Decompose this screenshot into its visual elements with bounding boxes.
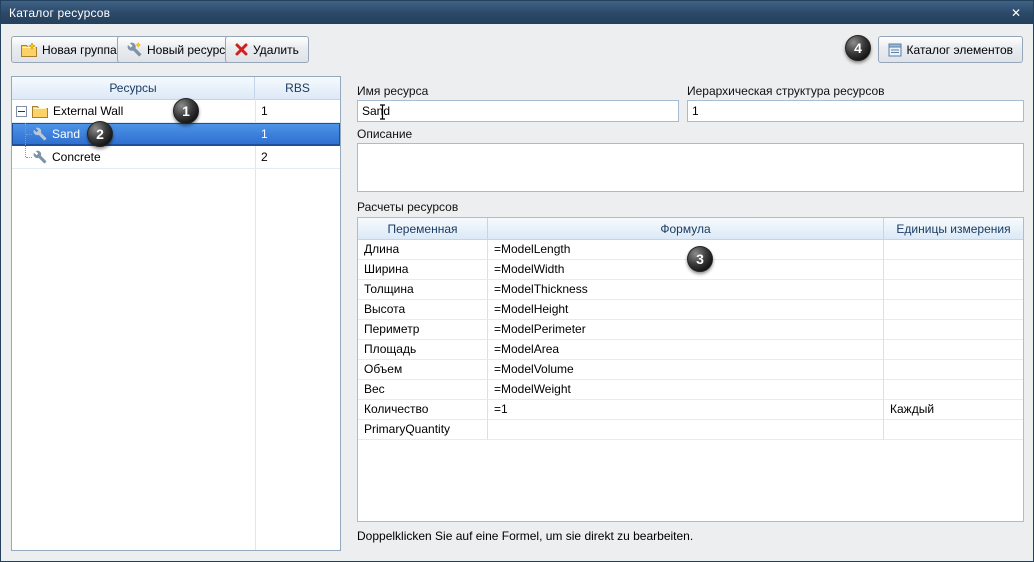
new-resource-icon [127, 42, 142, 57]
calc-row-perimeter[interactable]: Периметр =ModelPerimeter [358, 320, 1023, 340]
tree-connector [16, 123, 33, 145]
new-resource-label: Новый ресурс [147, 42, 226, 57]
variable-cell[interactable]: Длина [358, 240, 488, 260]
resource-tree-panel: Ресурсы RBS External Wall 1 Sand 1 Concr… [11, 76, 341, 551]
annotation-badge-2: 2 [87, 121, 113, 147]
element-catalog-button[interactable]: Каталог элементов [877, 36, 1023, 63]
calc-table-header: Переменная Формула Единицы измерения [358, 218, 1023, 240]
tree-item-rbs: 2 [261, 150, 268, 164]
unit-cell[interactable] [884, 420, 1023, 440]
close-button[interactable]: ✕ [1007, 5, 1025, 21]
tree-header: Ресурсы RBS [12, 77, 340, 100]
tree-row-sand[interactable]: Sand 1 [12, 123, 340, 146]
delete-icon [235, 43, 248, 56]
tree-row-concrete[interactable]: Concrete 2 [12, 146, 340, 169]
delete-button[interactable]: Удалить [225, 36, 309, 63]
tree-item-label: External Wall [53, 104, 124, 118]
text-cursor-icon [378, 104, 387, 125]
resource-catalog-window: Каталог ресурсов ✕ Новая группа Новый ре… [0, 0, 1034, 562]
formula-column-header: Формула [488, 218, 884, 239]
variable-cell[interactable]: PrimaryQuantity [358, 420, 488, 440]
window-title: Каталог ресурсов [9, 5, 111, 20]
unit-cell[interactable] [884, 280, 1023, 300]
variable-cell[interactable]: Толщина [358, 280, 488, 300]
calc-row-weight[interactable]: Вес =ModelWeight [358, 380, 1023, 400]
formula-edit-hint: Doppelklicken Sie auf eine Formel, um si… [357, 529, 694, 543]
new-group-button[interactable]: Новая группа [11, 36, 127, 63]
element-catalog-icon [888, 43, 902, 57]
resource-name-input[interactable] [357, 100, 679, 122]
tree-item-label: Concrete [52, 150, 101, 164]
unit-cell[interactable] [884, 300, 1023, 320]
folder-icon [32, 105, 48, 118]
new-group-label: Новая группа [42, 42, 117, 57]
formula-cell[interactable]: =ModelThickness [488, 280, 884, 300]
unit-cell[interactable]: Каждый [884, 400, 1023, 420]
units-column-header: Единицы измерения [896, 221, 1011, 236]
formula-cell[interactable]: =ModelHeight [488, 300, 884, 320]
tree-item-rbs: 1 [261, 104, 268, 118]
formula-cell[interactable]: =ModelLength [488, 240, 884, 260]
variable-cell[interactable]: Объем [358, 360, 488, 380]
tree-item-label: Sand [52, 127, 81, 141]
unit-cell[interactable] [884, 260, 1023, 280]
titlebar: Каталог ресурсов ✕ [1, 1, 1033, 24]
variable-cell[interactable]: Количество [358, 400, 488, 420]
delete-label: Удалить [253, 42, 299, 57]
description-label: Описание [357, 127, 413, 141]
calc-row-quantity[interactable]: Количество =1 Каждый [358, 400, 1023, 420]
annotation-badge-1: 1 [173, 98, 199, 124]
variable-column-header: Переменная [358, 218, 488, 239]
formula-cell[interactable]: =ModelArea [488, 340, 884, 360]
unit-cell[interactable] [884, 360, 1023, 380]
calc-row-volume[interactable]: Объем =ModelVolume [358, 360, 1023, 380]
calc-row-thickness[interactable]: Толщина =ModelThickness [358, 280, 1023, 300]
calc-row-area[interactable]: Площадь =ModelArea [358, 340, 1023, 360]
tree-connector [16, 146, 33, 168]
variable-cell[interactable]: Ширина [358, 260, 488, 280]
variable-cell[interactable]: Площадь [358, 340, 488, 360]
variable-cell[interactable]: Периметр [358, 320, 488, 340]
new-group-icon [21, 42, 37, 57]
unit-cell[interactable] [884, 320, 1023, 340]
annotation-badge-4: 4 [845, 35, 871, 61]
formula-cell[interactable]: =ModelVolume [488, 360, 884, 380]
calc-row-primary-quantity[interactable]: PrimaryQuantity [358, 420, 1023, 440]
formula-cell[interactable]: =ModelWeight [488, 380, 884, 400]
wrench-icon [33, 150, 47, 164]
formula-cell[interactable]: =1 [488, 400, 884, 420]
rbs-column-header[interactable]: RBS [255, 77, 340, 99]
hierarchy-label: Иерархическая структура ресурсов [687, 84, 885, 98]
collapse-toggle-icon[interactable] [16, 105, 27, 117]
wrench-icon [33, 127, 47, 141]
formula-cell[interactable] [488, 420, 884, 440]
tree-item-rbs: 1 [261, 127, 268, 141]
description-input[interactable] [357, 143, 1024, 192]
formula-cell[interactable]: =ModelWidth [488, 260, 884, 280]
new-resource-button[interactable]: Новый ресурс [117, 36, 236, 63]
formula-cell[interactable]: =ModelPerimeter [488, 320, 884, 340]
calc-row-height[interactable]: Высота =ModelHeight [358, 300, 1023, 320]
element-catalog-label: Каталог элементов [906, 42, 1013, 57]
variable-cell[interactable]: Вес [358, 380, 488, 400]
unit-cell[interactable] [884, 240, 1023, 260]
resources-column-header[interactable]: Ресурсы [12, 77, 255, 99]
unit-cell[interactable] [884, 340, 1023, 360]
annotation-badge-3: 3 [687, 246, 713, 272]
unit-cell[interactable] [884, 380, 1023, 400]
variable-cell[interactable]: Высота [358, 300, 488, 320]
hierarchy-input[interactable] [687, 100, 1024, 122]
resource-name-label: Имя ресурса [357, 84, 429, 98]
calculations-label: Расчеты ресурсов [357, 200, 459, 214]
